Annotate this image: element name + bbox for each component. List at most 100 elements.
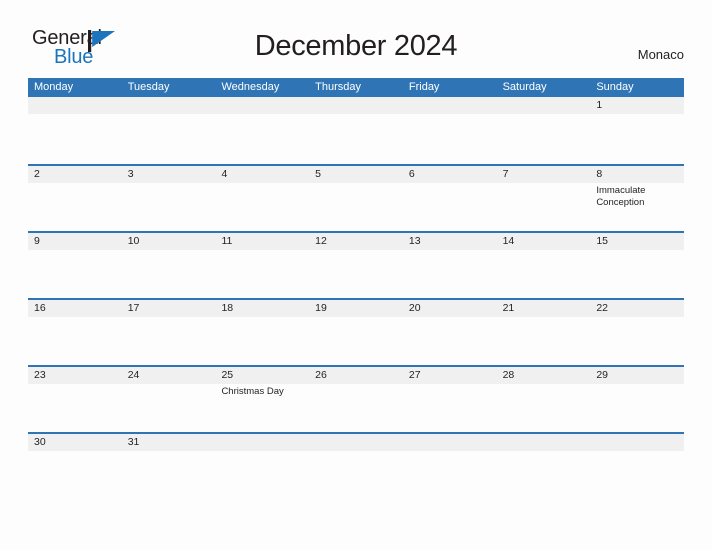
day-event-label: Christmas Day — [221, 386, 284, 397]
day-cell[interactable]: 5 — [309, 166, 403, 231]
day-number: 13 — [408, 235, 421, 247]
calendar-weeks: 1 2 3 4 5 6 7 8 Immaculate Conception 9 10 11 12 13 14… — [28, 97, 684, 459]
day-number: 26 — [315, 369, 327, 381]
day-number: 5 — [315, 168, 321, 180]
day-number: 2 — [34, 168, 40, 180]
region-label: Monaco — [637, 47, 684, 62]
day-number: 11 — [221, 235, 233, 247]
day-cell[interactable]: 9 — [28, 233, 122, 298]
day-cell[interactable]: 23 — [28, 367, 122, 432]
week-cells: 23 24 25 Christmas Day 26 27 28 29 — [28, 367, 684, 432]
day-number: 3 — [127, 168, 134, 180]
weekday-header-saturday: Saturday — [502, 81, 547, 93]
day-cell[interactable]: 24 — [122, 367, 216, 432]
day-number: 8 — [596, 168, 603, 180]
calendar-grid: Monday Tuesday Wednesday Thursday Friday… — [28, 78, 684, 459]
page-title: December 2024 — [254, 30, 458, 62]
day-number: 9 — [34, 235, 40, 247]
day-number: 27 — [408, 369, 421, 381]
day-cell[interactable]: 27 — [403, 367, 497, 432]
day-cell[interactable]: 28 — [497, 367, 591, 432]
day-cell[interactable]: 17 — [122, 300, 216, 365]
day-cell[interactable]: 8 Immaculate Conception — [590, 166, 684, 231]
day-number: 28 — [502, 369, 515, 381]
day-number: 23 — [34, 369, 46, 381]
day-cell[interactable]: 3 — [122, 166, 216, 231]
weekday-header-sunday: Sunday — [596, 81, 634, 93]
day-number: 6 — [408, 168, 415, 180]
day-number: 12 — [315, 235, 327, 247]
day-cell[interactable]: 19 — [309, 300, 403, 365]
day-cell[interactable]: 14 — [497, 233, 591, 298]
day-number: 19 — [315, 302, 327, 314]
day-cell[interactable]: 4 — [215, 166, 309, 231]
day-cell[interactable]: 2 — [28, 166, 122, 231]
day-cell[interactable]: 6 — [403, 166, 497, 231]
day-cell[interactable]: 31 — [122, 434, 216, 459]
day-cell[interactable]: 29 — [590, 367, 684, 432]
day-number: 25 — [221, 369, 234, 381]
day-cell[interactable]: 1 — [590, 97, 684, 164]
day-cell[interactable]: 13 — [403, 233, 497, 298]
day-event-label: Immaculate Conception — [596, 185, 646, 208]
day-cell-empty — [215, 97, 309, 164]
day-cell-empty — [403, 434, 497, 459]
weekday-header-monday: Monday — [34, 81, 74, 93]
calendar-week-row: 16 17 18 19 20 21 22 — [28, 298, 684, 365]
day-number: 16 — [34, 302, 46, 314]
day-cell-empty — [28, 97, 122, 164]
day-number: 7 — [502, 168, 509, 180]
weekday-header-tuesday: Tuesday — [127, 81, 170, 93]
day-number: 24 — [127, 369, 140, 381]
day-cell-empty — [497, 97, 591, 164]
day-cell-empty — [497, 434, 591, 459]
day-number: 30 — [34, 436, 46, 448]
day-cell[interactable]: 20 — [403, 300, 497, 365]
week-cells: 16 17 18 19 20 21 22 — [28, 300, 684, 365]
day-cell[interactable]: 10 — [122, 233, 216, 298]
day-cell[interactable]: 26 — [309, 367, 403, 432]
calendar-week-row: 23 24 25 Christmas Day 26 27 28 29 — [28, 365, 684, 432]
day-number: 17 — [127, 302, 140, 314]
day-number: 29 — [596, 369, 608, 381]
day-cell-empty — [403, 97, 497, 164]
week-cells: 30 31 — [28, 434, 684, 459]
page-header: General Blue December 2024 Monaco — [0, 0, 712, 76]
day-cell-empty — [215, 434, 309, 459]
week-cells: 2 3 4 5 6 7 8 Immaculate Conception — [28, 166, 684, 231]
weekday-header-row: Monday Tuesday Wednesday Thursday Friday… — [28, 78, 684, 97]
day-cell[interactable]: 7 — [497, 166, 591, 231]
day-cell[interactable]: 30 — [28, 434, 122, 459]
calendar-week-row: 9 10 11 12 13 14 15 — [28, 231, 684, 298]
calendar-week-row: 30 31 — [28, 432, 684, 459]
calendar-week-row: 1 — [28, 97, 684, 164]
week-cells: 1 — [28, 97, 684, 164]
day-cell[interactable]: 15 — [590, 233, 684, 298]
day-number: 14 — [502, 235, 515, 247]
day-cell[interactable]: 11 — [215, 233, 309, 298]
day-number: 15 — [596, 235, 608, 247]
day-cell-empty — [122, 97, 216, 164]
week-cells: 9 10 11 12 13 14 15 — [28, 233, 684, 298]
day-cell[interactable]: 25 Christmas Day — [215, 367, 309, 432]
day-number: 20 — [408, 302, 421, 314]
day-cell[interactable]: 18 — [215, 300, 309, 365]
day-cell[interactable]: 12 — [309, 233, 403, 298]
day-number: 22 — [596, 302, 608, 314]
day-number: 18 — [221, 302, 234, 314]
day-number: 4 — [221, 168, 228, 180]
day-number: 1 — [596, 99, 603, 111]
weekday-header-wednesday: Wednesday — [221, 81, 280, 93]
calendar-page: General Blue December 2024 Monaco Monday… — [0, 0, 712, 550]
day-cell-empty — [309, 434, 403, 459]
day-cell[interactable]: 16 — [28, 300, 122, 365]
day-number: 10 — [127, 235, 140, 247]
weekday-header-thursday: Thursday — [315, 81, 362, 93]
day-number: 21 — [502, 302, 515, 314]
day-number: 31 — [127, 436, 140, 448]
weekday-header-friday: Friday — [408, 81, 440, 93]
calendar-week-row: 2 3 4 5 6 7 8 Immaculate Conception — [28, 164, 684, 231]
day-cell[interactable]: 21 — [497, 300, 591, 365]
day-cell-empty — [590, 434, 684, 459]
day-cell[interactable]: 22 — [590, 300, 684, 365]
